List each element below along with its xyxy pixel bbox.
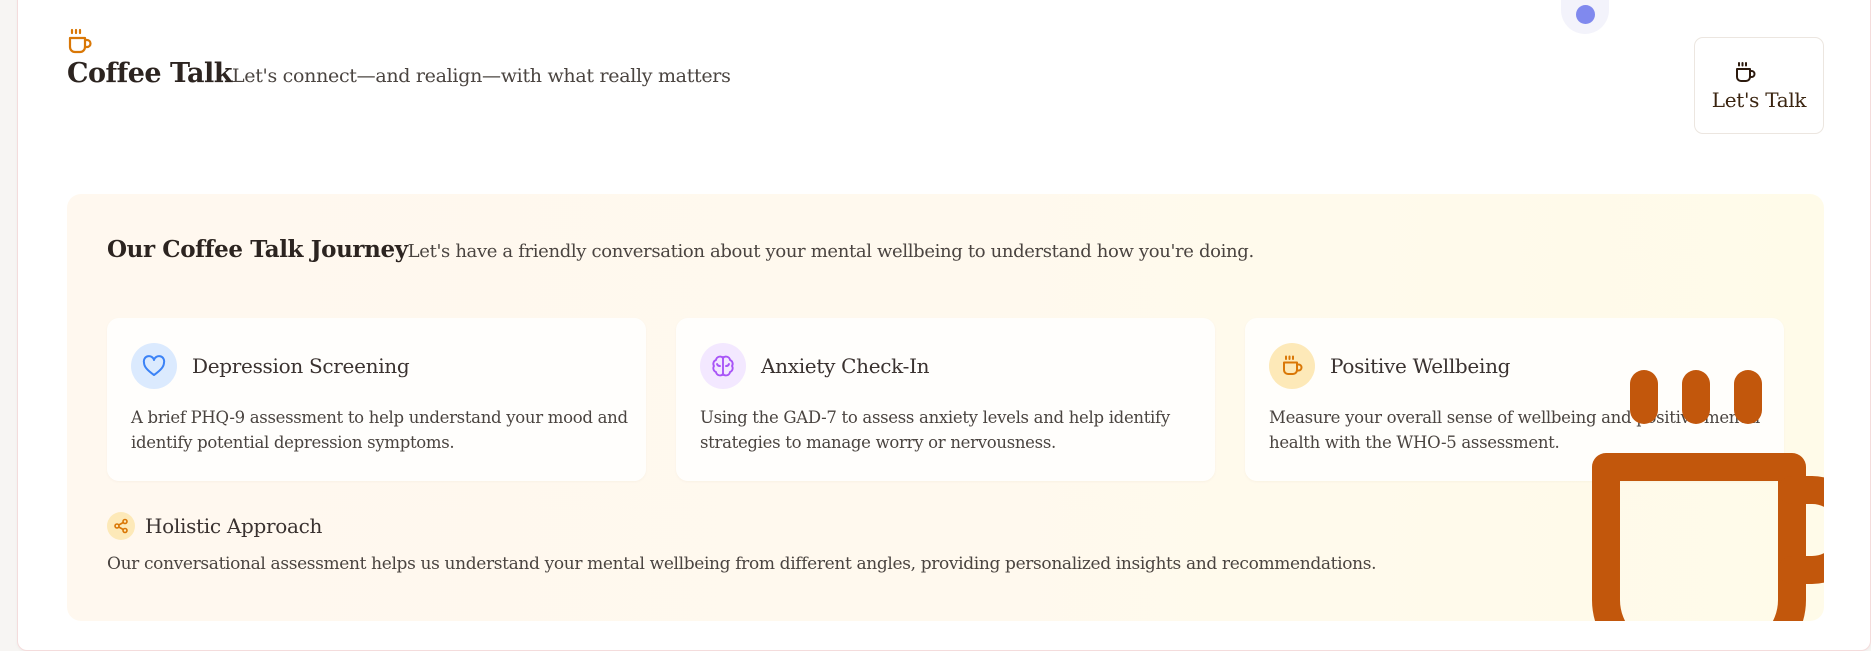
brain-icon	[700, 343, 746, 389]
card-description: Measure your overall sense of wellbeing …	[1269, 408, 1760, 452]
holistic-title: Holistic Approach	[145, 514, 323, 538]
card-title: Anxiety Check-In	[761, 354, 930, 378]
brand-header: Coffee Talk Let's connect—and realign—wi…	[67, 58, 731, 89]
coffee-cup-icon	[68, 28, 92, 54]
status-dot[interactable]	[1576, 5, 1595, 24]
brand-title: Coffee Talk	[67, 58, 232, 89]
card-description: A brief PHQ-9 assessment to help underst…	[131, 408, 628, 452]
card-description: Using the GAD-7 to assess anxiety levels…	[700, 408, 1170, 452]
card-positive-wellbeing[interactable]: Positive Wellbeing Measure your overall …	[1245, 318, 1784, 481]
journey-heading: Our Coffee Talk Journey Let's have a fri…	[107, 236, 1254, 263]
card-title: Positive Wellbeing	[1330, 354, 1511, 378]
heart-icon	[131, 343, 177, 389]
share-nodes-icon	[107, 512, 135, 540]
coffee-cup-icon	[1736, 61, 1756, 82]
card-anxiety-check-in[interactable]: Anxiety Check-In Using the GAD-7 to asse…	[676, 318, 1215, 481]
card-depression-screening[interactable]: Depression Screening A brief PHQ-9 asses…	[107, 318, 646, 481]
holistic-description: Our conversational assessment helps us u…	[107, 554, 1377, 574]
lets-talk-label: Let's Talk	[1711, 87, 1807, 112]
journey-section: Our Coffee Talk Journey Let's have a fri…	[67, 194, 1824, 621]
journey-title: Our Coffee Talk Journey	[107, 236, 408, 263]
journey-description: Let's have a friendly conversation about…	[407, 241, 1255, 262]
brand-subtitle: Let's connect—and realign—with what real…	[231, 65, 731, 87]
coffee-cup-icon	[1269, 343, 1315, 389]
lets-talk-button[interactable]: Let's Talk	[1694, 37, 1824, 134]
card-title: Depression Screening	[192, 354, 410, 378]
